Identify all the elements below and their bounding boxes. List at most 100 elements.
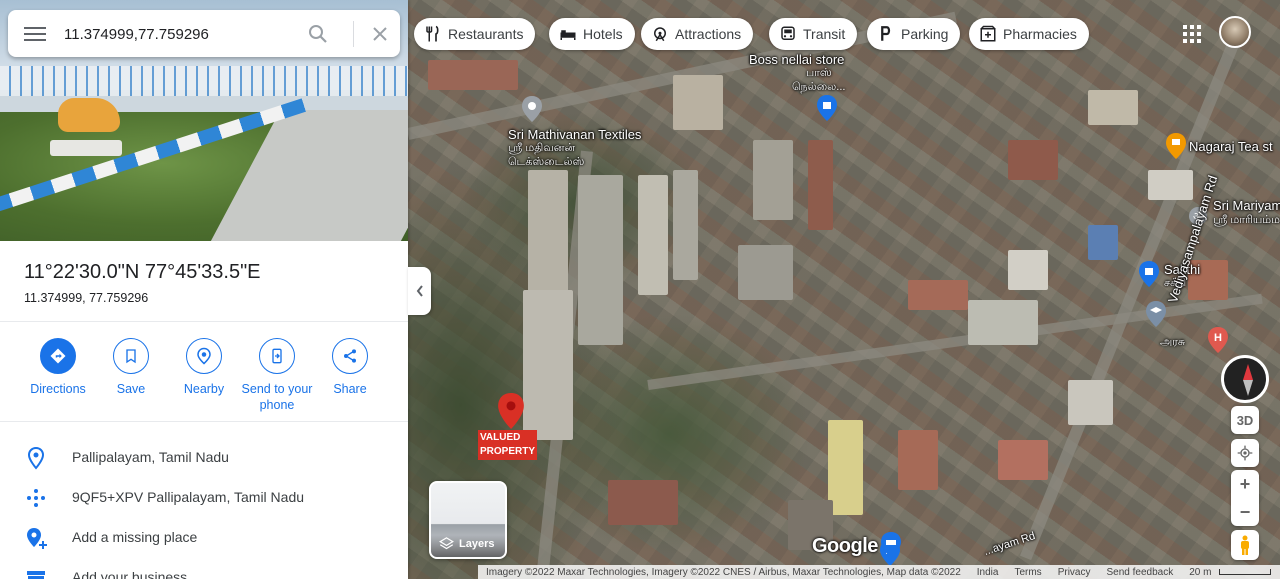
rooftop <box>638 175 668 295</box>
chip-attractions[interactable]: Attractions <box>641 18 754 50</box>
layers-icon <box>439 537 454 550</box>
valued-property-label[interactable]: VALUED PROPERTY <box>478 430 538 460</box>
svg-text:H: H <box>1214 332 1222 344</box>
share-label: Share <box>333 382 367 396</box>
chip-pharmacies[interactable]: Pharmacies <box>969 18 1089 50</box>
send-feedback-link[interactable]: Send feedback <box>1106 567 1173 578</box>
fork-knife-icon <box>426 25 439 42</box>
rooftop <box>753 140 793 220</box>
coordinates-title: 11°22'30.0"N 77°45'33.5"E <box>24 261 261 283</box>
rooftop <box>898 430 938 490</box>
save-button[interactable]: Save <box>94 338 168 397</box>
parking-icon <box>881 26 891 41</box>
rooftop <box>828 420 863 515</box>
attractions-icon <box>654 27 666 42</box>
rooftop <box>738 245 793 300</box>
rooftop <box>1008 140 1058 180</box>
plus-code-icon <box>27 489 45 507</box>
zoom-in-button[interactable]: + <box>1240 470 1251 498</box>
satellite-map[interactable]: Restaurants Hotels Attractions Transit P… <box>408 0 1280 579</box>
shopping-pin-icon[interactable] <box>817 95 837 121</box>
tea-shop-pin-icon[interactable] <box>1166 133 1186 159</box>
bed-icon <box>560 30 576 40</box>
school-pin-icon[interactable] <box>1146 301 1166 327</box>
poi-label-boss-nellai[interactable]: Boss nellai store <box>749 52 844 67</box>
chip-pharmacies-label: Pharmacies <box>1003 26 1077 42</box>
directions-button[interactable]: Directions <box>21 338 95 397</box>
address-row[interactable]: Pallipalayam, Tamil Nadu <box>0 438 408 478</box>
search-input[interactable] <box>64 20 294 48</box>
search-separator <box>353 21 354 47</box>
photo-statue-base <box>50 140 122 156</box>
rooftop <box>528 170 568 300</box>
zoom-controls: + − <box>1231 470 1259 526</box>
share-button[interactable]: Share <box>313 338 387 397</box>
chip-restaurants[interactable]: Restaurants <box>414 18 536 50</box>
chip-parking[interactable]: Parking <box>867 18 961 50</box>
3d-toggle-button[interactable]: 3D <box>1231 406 1259 434</box>
chip-transit-label: Transit <box>803 26 846 42</box>
nearby-label: Nearby <box>183 382 225 396</box>
chip-hotels[interactable]: Hotels <box>549 18 635 50</box>
poi-pin-icon[interactable] <box>522 96 542 122</box>
poi-label-sri-mariyamman[interactable]: Sri Mariyam <box>1213 198 1280 213</box>
collapse-panel-button[interactable] <box>408 267 431 315</box>
poi-label-govt: அரசு <box>1160 336 1186 348</box>
decimal-coordinates: 11.374999, 77.759296 <box>24 291 149 305</box>
hotel-pin-icon[interactable] <box>881 532 901 558</box>
scale-label[interactable]: 20 m <box>1189 567 1211 578</box>
pharmacy-icon <box>980 25 996 42</box>
google-logo: Google <box>812 535 878 557</box>
send-to-phone-button[interactable]: Send to your phone <box>240 338 314 413</box>
directions-icon <box>40 338 76 374</box>
nearby-icon <box>186 338 222 374</box>
send-to-phone-icon <box>259 338 295 374</box>
chip-hotels-label: Hotels <box>583 26 623 42</box>
magnifier-icon[interactable] <box>306 22 330 46</box>
nearby-button[interactable]: Nearby <box>167 338 241 397</box>
chevron-left-icon <box>416 285 423 297</box>
sakthi-pin-icon[interactable] <box>1139 261 1159 287</box>
terms-link[interactable]: Terms <box>1014 567 1041 578</box>
privacy-link[interactable]: Privacy <box>1058 567 1091 578</box>
send-to-phone-label: Send to your phone <box>241 382 313 412</box>
dropped-pin-icon[interactable] <box>498 393 524 429</box>
valued-line-1: VALUED <box>480 432 521 443</box>
google-apps-icon[interactable] <box>1180 22 1204 46</box>
rooftop <box>1008 250 1048 290</box>
rooftop <box>1068 380 1113 425</box>
hamburger-menu-icon[interactable] <box>24 24 46 44</box>
rooftop <box>673 75 723 130</box>
india-link[interactable]: India <box>977 567 999 578</box>
scale-bar <box>1219 569 1272 575</box>
plus-code-row[interactable]: 9QF5+XPV Pallipalayam, Tamil Nadu <box>0 478 408 518</box>
photo-tiger-statue <box>58 98 120 132</box>
plus-code-text: 9QF5+XPV Pallipalayam, Tamil Nadu <box>72 489 305 505</box>
street-view-pegman[interactable] <box>1231 530 1259 560</box>
add-missing-place-row[interactable]: Add a missing place <box>0 518 408 558</box>
chip-transit[interactable]: Transit <box>769 18 858 50</box>
poi-label-boss-tamil: பாஸ் <box>806 67 832 79</box>
poi-label-mariyamman-tamil: ஸ்ரீ மாரியம்மன் <box>1213 214 1280 226</box>
poi-label-mathivanan[interactable]: Sri Mathivanan Textiles <box>508 127 641 142</box>
rooftop <box>1148 170 1193 200</box>
pegman-icon <box>1241 535 1249 555</box>
compass-control[interactable] <box>1221 355 1269 403</box>
account-avatar[interactable] <box>1219 16 1251 48</box>
layers-button[interactable]: Layers <box>429 481 507 559</box>
add-business-row[interactable]: Add your business <box>0 558 408 579</box>
close-icon[interactable] <box>368 22 392 46</box>
share-icon <box>332 338 368 374</box>
poi-label-nagaraj-tea[interactable]: Nagaraj Tea st <box>1189 139 1273 154</box>
compass-south-needle <box>1243 380 1253 396</box>
layers-label: Layers <box>459 538 495 550</box>
my-location-button[interactable] <box>1231 439 1259 467</box>
bus-icon <box>781 26 795 40</box>
divider <box>0 321 408 322</box>
valued-line-2: PROPERTY <box>480 446 536 457</box>
rooftop <box>968 300 1038 345</box>
zoom-out-button[interactable]: − <box>1240 498 1251 526</box>
crosshair-icon <box>1237 445 1253 461</box>
directions-label: Directions <box>30 382 86 396</box>
hospital-pin-icon[interactable]: H <box>1208 327 1228 353</box>
